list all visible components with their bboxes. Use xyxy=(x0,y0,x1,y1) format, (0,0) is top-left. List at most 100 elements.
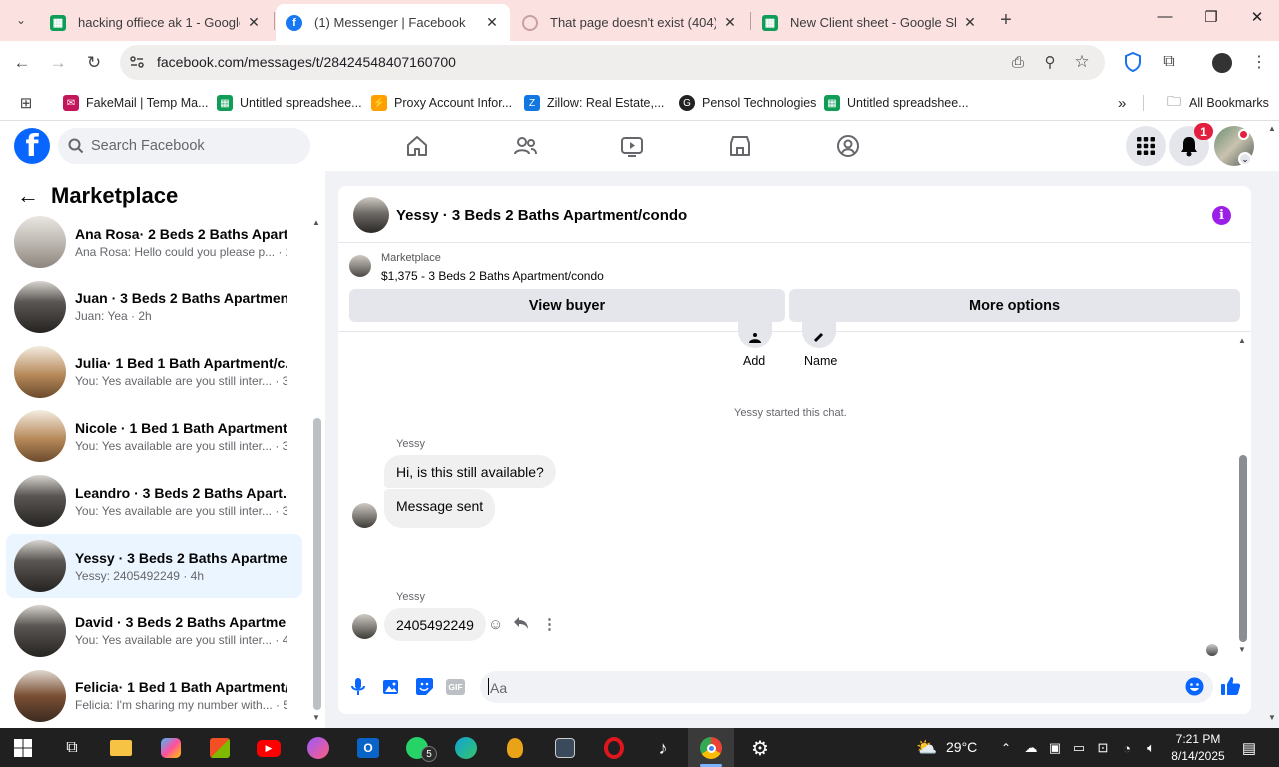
tiktok-icon[interactable]: ♪ xyxy=(646,733,680,763)
browser-tab-sheets-1[interactable]: ▦ hacking offiece ak 1 - Google Sh ✕ xyxy=(40,4,272,41)
scroll-up-arrow[interactable]: ▲ xyxy=(312,218,320,227)
conversation-item[interactable]: David · 3 Beds 2 Baths Apartme... You: Ye… xyxy=(6,599,302,663)
groups-nav-icon[interactable] xyxy=(830,131,866,161)
tab-search-chevron-icon[interactable]: ⌄ xyxy=(8,7,34,33)
home-nav-icon[interactable] xyxy=(399,131,435,161)
page-scroll-up-arrow[interactable]: ▲ xyxy=(1268,124,1276,133)
reply-icon[interactable] xyxy=(513,616,529,635)
edge-icon[interactable] xyxy=(449,733,483,763)
windows-start-icon[interactable] xyxy=(6,733,40,763)
bookmark-untitled-1[interactable]: ▦ Untitled spreadshee... xyxy=(217,92,362,114)
site-info-icon[interactable] xyxy=(128,53,146,71)
menu-grid-button[interactable] xyxy=(1126,126,1166,166)
medal-app-icon[interactable] xyxy=(498,733,532,763)
marketplace-nav-icon[interactable] xyxy=(722,131,758,161)
close-tab-icon[interactable]: ✕ xyxy=(722,14,738,31)
chat-header-avatar[interactable] xyxy=(353,197,389,233)
app-icon-dark[interactable] xyxy=(548,733,582,763)
conversation-item[interactable]: Julia· 1 Bed 1 Bath Apartment/c... You: Y… xyxy=(6,340,302,404)
more-bookmarks-chevron-icon[interactable]: » xyxy=(1118,92,1126,114)
bookmark-star-icon[interactable]: ☆ xyxy=(1069,49,1095,75)
copilot-icon[interactable] xyxy=(154,733,188,763)
new-tab-button[interactable]: + xyxy=(993,7,1019,33)
react-emoji-icon[interactable]: ☺ xyxy=(488,616,503,633)
more-actions-icon[interactable]: ⋮ xyxy=(542,615,557,633)
bookmark-pensol[interactable]: G Pensol Technologies xyxy=(679,92,816,114)
profile-avatar[interactable] xyxy=(1212,53,1232,73)
conversation-item[interactable]: Leandro · 3 Beds 2 Baths Apart... You: Ye… xyxy=(6,469,302,533)
store-icon[interactable] xyxy=(203,733,237,763)
task-view-icon[interactable]: ⧉ xyxy=(55,733,89,763)
conversation-item[interactable]: Felicia· 1 Bed 1 Bath Apartment/... Felic… xyxy=(6,664,302,728)
bookmark-proxy[interactable]: ⚡ Proxy Account Infor... xyxy=(371,92,512,114)
bookmark-zillow[interactable]: Z Zillow: Real Estate,... xyxy=(524,92,664,114)
conversation-item[interactable]: Yessy · 3 Beds 2 Baths Apartmen... Yessy:… xyxy=(6,534,302,598)
conversation-item[interactable]: Nicole · 1 Bed 1 Bath Apartment... You: Y… xyxy=(6,404,302,468)
chrome-icon[interactable] xyxy=(694,733,728,763)
gif-icon[interactable]: GIF xyxy=(446,679,465,695)
vpn-shield-icon[interactable] xyxy=(1120,49,1146,75)
chat-scroll-up-arrow[interactable]: ▲ xyxy=(1238,336,1246,345)
forward-button[interactable]: → xyxy=(45,50,71,76)
friends-nav-icon[interactable] xyxy=(507,131,543,161)
browser-tab-messenger[interactable]: f (1) Messenger | Facebook ✕ xyxy=(276,4,510,41)
close-tab-icon[interactable]: ✕ xyxy=(246,14,262,31)
back-button[interactable]: ← xyxy=(9,50,35,76)
clock-time[interactable]: 7:21 PM xyxy=(1168,732,1228,746)
app-icon-purple[interactable] xyxy=(301,733,335,763)
install-app-icon[interactable]: ⎙ xyxy=(1005,49,1031,75)
restore-button[interactable]: ❐ xyxy=(1196,8,1226,32)
minimize-button[interactable]: — xyxy=(1150,8,1180,32)
like-icon[interactable] xyxy=(1220,676,1241,701)
facebook-search-input[interactable]: Search Facebook xyxy=(58,128,310,164)
reload-button[interactable]: ↻ xyxy=(81,50,107,76)
settings-gear-icon[interactable]: ⚙ xyxy=(743,733,777,763)
listing-thumbnail[interactable] xyxy=(349,255,371,277)
photo-icon[interactable] xyxy=(382,677,401,701)
conversation-item[interactable]: Juan · 3 Beds 2 Baths Apartmen... Juan: Y… xyxy=(6,275,302,339)
bookmark-untitled-2[interactable]: ▦ Untitled spreadshee... xyxy=(824,92,969,114)
microphone-icon[interactable] xyxy=(349,677,367,702)
sticker-icon[interactable] xyxy=(415,677,434,701)
message-composer-input[interactable] xyxy=(480,671,1213,703)
conversation-item[interactable]: Ana Rosa· 2 Beds 2 Baths Apart... Ana Ros… xyxy=(6,210,302,274)
close-window-button[interactable]: ✕ xyxy=(1242,8,1272,32)
browser-tab-sheets-2[interactable]: ▦ New Client sheet - Google Shee ✕ xyxy=(752,4,988,41)
weather-icon[interactable]: ⛅ xyxy=(910,733,944,763)
chat-scroll-down-arrow[interactable]: ▼ xyxy=(1238,645,1246,654)
extensions-icon[interactable]: ⧉ xyxy=(1156,49,1182,75)
message-bubble[interactable]: Message sent xyxy=(384,489,496,528)
youtube-icon[interactable]: ▶ xyxy=(252,733,286,763)
video-nav-icon[interactable] xyxy=(614,131,650,161)
all-bookmarks[interactable]: 🗀 All Bookmarks xyxy=(1166,92,1269,114)
facebook-logo[interactable]: f xyxy=(14,128,50,164)
apps-grid-icon[interactable]: ⊞ xyxy=(13,90,39,116)
file-explorer-icon[interactable] xyxy=(104,733,138,763)
emoji-icon[interactable] xyxy=(1185,677,1204,701)
chat-header-title[interactable]: Yessy · 3 Beds 2 Baths Apartment/condo xyxy=(396,207,687,224)
clock-date[interactable]: 8/14/2025 xyxy=(1166,749,1230,763)
back-arrow-button[interactable]: ← xyxy=(17,183,39,209)
close-tab-icon[interactable]: ✕ xyxy=(962,14,978,31)
sender-avatar[interactable] xyxy=(352,503,377,528)
url-text[interactable]: facebook.com/messages/t/2842454840716070… xyxy=(157,54,456,70)
notification-center-icon[interactable]: ▤ xyxy=(1232,733,1266,763)
account-chevron-icon[interactable]: ⌄ xyxy=(1238,152,1252,166)
opera-icon[interactable] xyxy=(597,733,631,763)
message-bubble[interactable]: Hi, is this still available? xyxy=(384,455,556,488)
outlook-icon[interactable]: O xyxy=(351,733,385,763)
chat-scrollbar-thumb[interactable] xyxy=(1239,455,1247,642)
sidebar-scrollbar-thumb[interactable] xyxy=(313,418,321,710)
volume-icon[interactable]: 🔈︎ xyxy=(1134,733,1168,763)
temperature-text[interactable]: 29°C xyxy=(946,739,977,755)
close-tab-icon[interactable]: ✕ xyxy=(484,14,500,31)
zoom-icon[interactable]: ⚲ xyxy=(1037,49,1063,75)
listing-description[interactable]: $1,375 - 3 Beds 2 Baths Apartment/condo xyxy=(381,269,604,283)
info-icon[interactable]: i xyxy=(1212,206,1231,225)
browser-menu-icon[interactable]: ⋮ xyxy=(1246,49,1272,75)
page-scroll-down-arrow[interactable]: ▼ xyxy=(1268,713,1276,722)
more-options-button[interactable]: More options xyxy=(789,289,1240,322)
view-buyer-button[interactable]: View buyer xyxy=(349,289,785,322)
browser-tab-404[interactable]: That page doesn't exist (404) - F ✕ xyxy=(512,4,748,41)
sender-avatar[interactable] xyxy=(352,614,377,639)
